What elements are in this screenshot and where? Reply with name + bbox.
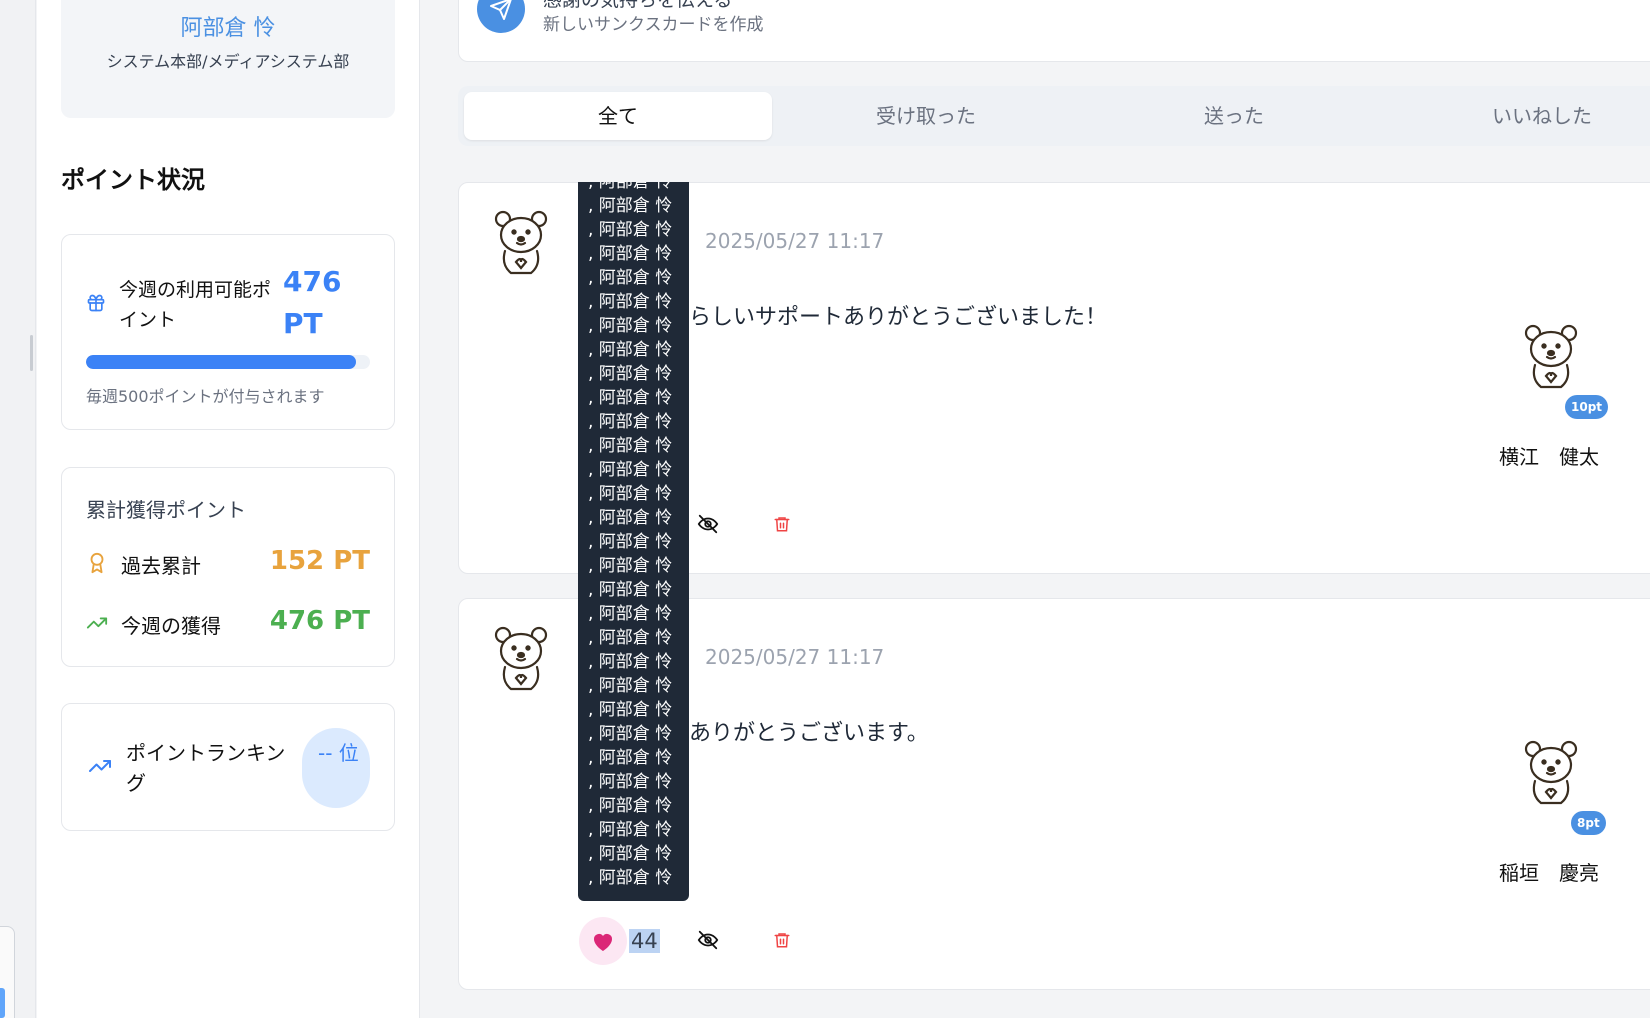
rail-indicator: [0, 988, 5, 1018]
filter-tabs: 全て 受け取った 送った いいねした: [458, 86, 1650, 146]
weekly-progress-fill: [86, 355, 357, 369]
weekly-progress-bar: [86, 355, 370, 369]
tooltip-liker-name: , 阿部倉 怜: [588, 532, 673, 552]
tooltip-liker-name: , 阿部倉 怜: [588, 844, 673, 864]
tooltip-liker-name: , 阿部倉 怜: [588, 796, 673, 816]
tooltip-liker-name: , 阿部倉 怜: [588, 868, 673, 888]
trending-up-icon: [86, 617, 108, 629]
tooltip-liker-name: , 阿部倉 怜: [588, 676, 673, 696]
tooltip-liker-name: , 阿部倉 怜: [588, 340, 673, 360]
tooltip-liker-name: , 阿部倉 怜: [588, 580, 673, 600]
award-icon: [90, 552, 104, 574]
tooltip-liker-name: , 阿部倉 怜: [588, 700, 673, 720]
like-count[interactable]: 44: [629, 929, 660, 953]
bear-avatar-icon: [494, 210, 548, 275]
tooltip-liker-name: , 阿部倉 怜: [588, 196, 673, 216]
like-button[interactable]: [579, 917, 627, 965]
this-week-row: 今週の獲得 476 PT: [86, 604, 370, 640]
profile-department: システム本部/メディアシステム部: [106, 52, 350, 71]
tooltip-liker-name: , 阿部倉 怜: [588, 412, 673, 432]
cumulative-points-card: 累計獲得ポイント 過去累計 152 PT 今週の獲得 476 PT: [61, 467, 395, 667]
tooltip-liker-name: , 阿部倉 怜: [588, 292, 673, 312]
tab-received[interactable]: 受け取った: [772, 92, 1080, 140]
weekly-available-label: 今週の利用可能ポイント: [119, 279, 272, 331]
this-week-value: 476 PT: [269, 606, 370, 636]
likers-tooltip: , 阿部倉 怜 , 阿部倉 怜 , 阿部倉 怜 , 阿部倉 怜 , 阿部倉 怜 , 阿部倉…: [578, 182, 689, 901]
profile-name: 阿部倉 怜: [180, 16, 276, 41]
points-badge: 8pt: [1571, 811, 1606, 835]
tooltip-liker-name: , 阿部倉 怜: [588, 244, 673, 264]
past-total-row: 過去累計 152 PT: [86, 544, 370, 580]
profile-card: 阿部倉 怜 システム本部/メディアシステム部: [61, 0, 395, 118]
tab-sent[interactable]: 送った: [1080, 92, 1388, 140]
past-total-label: 過去累計: [121, 554, 201, 578]
ranking-card[interactable]: ポイントランキング -- 位: [61, 703, 395, 831]
tab-liked[interactable]: いいねした: [1388, 92, 1650, 140]
resize-handle[interactable]: [30, 335, 33, 371]
tooltip-liker-name: , 阿部倉 怜: [588, 604, 673, 624]
send-button[interactable]: [477, 0, 525, 33]
weekly-points-card: 今週の利用可能ポイント 476 PT 毎週500ポイントが付与されます: [61, 234, 395, 430]
tooltip-liker-name: , 阿部倉 怜: [588, 652, 673, 672]
timestamp: 2025/05/27 11:17: [705, 645, 885, 669]
tooltip-liker-name: , 阿部倉 怜: [588, 772, 673, 792]
bear-avatar-icon: [494, 626, 548, 691]
trash-icon[interactable]: [773, 930, 791, 950]
tooltip-liker-name: , 阿部倉 怜: [588, 724, 673, 744]
points-badge: 10pt: [1565, 395, 1609, 419]
gift-icon: [87, 294, 105, 312]
tab-all[interactable]: 全て: [464, 92, 772, 140]
weekly-available-value: 476 PT: [283, 265, 342, 340]
left-rail: [0, 0, 36, 1018]
timestamp: 2025/05/27 11:17: [705, 229, 885, 253]
bear-avatar-icon: [1524, 324, 1578, 389]
recipient-name: 横江 健太: [1499, 445, 1599, 469]
recipient-name: 稲垣 慶亮: [1499, 861, 1599, 885]
cumulative-title: 累計獲得ポイント: [86, 498, 246, 522]
tooltip-liker-name: , 阿部倉 怜: [588, 220, 673, 240]
tooltip-liker-name: , 阿部倉 怜: [588, 508, 673, 528]
tooltip-liker-name: , 阿部倉 怜: [588, 316, 673, 336]
eye-off-icon[interactable]: [697, 929, 719, 951]
tooltip-liker-name: , 阿部倉 怜: [588, 556, 673, 576]
send-icon: [490, 0, 512, 20]
tooltip-liker-name: , 阿部倉 怜: [588, 820, 673, 840]
tooltip-liker-name: , 阿部倉 怜: [588, 182, 673, 192]
sidebar: 阿部倉 怜 システム本部/メディアシステム部 ポイント状況 今週の利用可能ポイン…: [37, 0, 420, 1018]
tooltip-liker-name: , 阿部倉 怜: [588, 388, 673, 408]
tooltip-liker-name: , 阿部倉 怜: [588, 268, 673, 288]
points-section-title: ポイント状況: [61, 166, 205, 194]
tooltip-liker-name: , 阿部倉 怜: [588, 460, 673, 480]
tooltip-liker-name: , 阿部倉 怜: [588, 436, 673, 456]
tooltip-liker-name: , 阿部倉 怜: [588, 628, 673, 648]
bear-avatar-icon: [1524, 740, 1578, 805]
tooltip-liker-name: , 阿部倉 怜: [588, 748, 673, 768]
tooltip-liker-name: , 阿部倉 怜: [588, 364, 673, 384]
heart-icon: [594, 934, 612, 951]
trash-icon[interactable]: [773, 514, 791, 534]
past-total-value: 152 PT: [269, 546, 370, 576]
ranking-badge: -- 位: [302, 728, 370, 808]
ranking-label: ポイントランキング: [126, 741, 286, 795]
compose-card[interactable]: 感謝の気持ちを伝える 新しいサンクスカードを作成: [458, 0, 1650, 62]
eye-off-icon[interactable]: [697, 513, 719, 535]
this-week-label: 今週の獲得: [121, 614, 221, 638]
tooltip-liker-name: , 阿部倉 怜: [588, 484, 673, 504]
trending-up-icon: [89, 760, 111, 772]
weekly-note: 毎週500ポイントが付与されます: [86, 387, 325, 406]
compose-subtitle: 新しいサンクスカードを作成: [543, 15, 764, 35]
